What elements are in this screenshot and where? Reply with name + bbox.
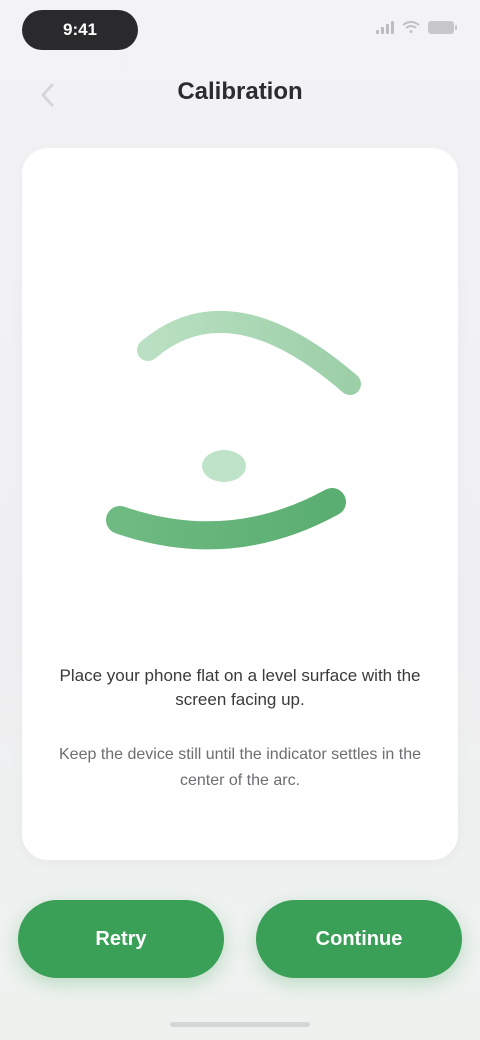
upper-arc: [137, 310, 361, 395]
level-gauge-illustration: [106, 310, 361, 550]
home-indicator[interactable]: [170, 1022, 310, 1027]
navigation-bar: Calibration: [0, 60, 480, 116]
status-icons: [376, 20, 457, 34]
action-buttons: Retry Continue: [18, 900, 462, 978]
retry-button[interactable]: Retry: [18, 900, 224, 978]
status-bar: 9:41: [0, 0, 480, 62]
status-time: 9:41: [22, 10, 138, 50]
battery-icon: [428, 20, 457, 34]
base-arc: [106, 488, 346, 550]
instruction-card: Place your phone flat on a level surface…: [22, 148, 458, 860]
instruction-secondary: Keep the device still until the indicato…: [59, 746, 421, 789]
continue-button[interactable]: Continue: [256, 900, 462, 978]
cellular-signal-icon: [376, 20, 394, 34]
calibration-screen: 9:41 Calibration Place your phone flat o…: [0, 0, 480, 1040]
wifi-icon: [402, 21, 420, 33]
level-bubble: [202, 450, 246, 482]
instruction-primary: Place your phone flat on a level surface…: [59, 666, 421, 709]
page-title: Calibration: [177, 78, 303, 105]
